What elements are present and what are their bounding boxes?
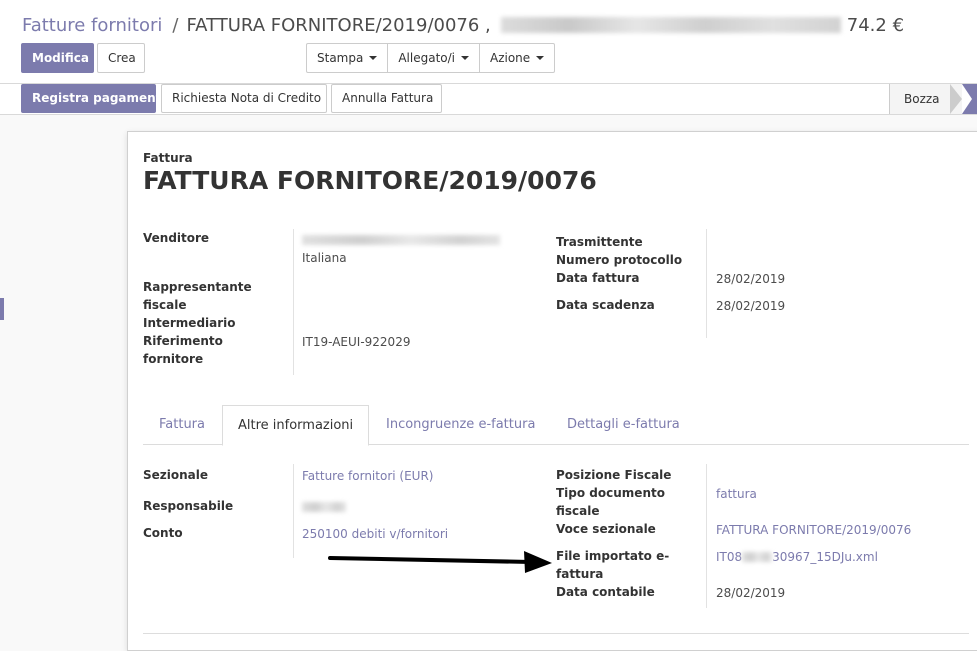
fiscal-rep-label: Rappresentante [143, 280, 252, 294]
imported-file-label-line2: fattura [556, 567, 604, 581]
control-panel: Fatture fornitori / FATTURA FORNITORE/2019… [0, 0, 977, 84]
imported-file-link[interactable]: IT08 30967_15DJu.xml [716, 548, 878, 566]
field-separator [293, 464, 294, 558]
redacted-partner-name [500, 17, 841, 33]
invoice-date-label: Data fattura [556, 271, 640, 285]
register-payment-button[interactable]: Registra pagamenti [21, 84, 166, 113]
protocol-number-label: Numero protocollo [556, 253, 683, 267]
accounting-date-label: Data contabile [556, 585, 655, 599]
redacted-vendor-name[interactable] [302, 235, 500, 245]
vendor-label: Venditore [143, 231, 210, 245]
vendor-ref-label: Riferimento [143, 334, 223, 348]
fiscal-rep-label-line2: fiscale [143, 298, 187, 312]
vendor-ref-value: IT19-AEUI-922029 [302, 335, 411, 349]
due-date-label: Data scadenza [556, 298, 655, 312]
fiscal-position-label: Posizione Fiscale [556, 468, 672, 482]
accounting-date-value: 28/02/2019 [716, 586, 786, 600]
intermediary-label: Intermediario [143, 316, 236, 330]
journal-link[interactable]: Fatture fornitori (EUR) [302, 467, 433, 485]
caret-down-icon [461, 56, 469, 60]
field-separator [706, 464, 707, 608]
status-bar: Registra pagamenti Richiesta Nota di Cre… [0, 84, 977, 115]
breadcrumb-separator: / [172, 15, 179, 36]
imported-file-prefix: IT08 [716, 550, 743, 564]
tab-invoice[interactable]: Fattura [144, 405, 220, 445]
breadcrumb-amount: 74.2 € [846, 15, 905, 36]
edit-button[interactable]: Modifica [21, 43, 94, 73]
status-chevron-icon [962, 84, 972, 114]
journal-entry-label: Voce sezionale [556, 522, 656, 536]
account-label: Conto [143, 526, 183, 540]
fiscal-doc-type-label-line2: fiscale [556, 504, 600, 518]
responsible-label: Responsabile [143, 499, 234, 513]
redacted-responsible[interactable] [302, 502, 346, 512]
vendor-country: Italiana [302, 251, 347, 265]
annotation-arrow-icon [328, 551, 552, 573]
action-label: Azione [490, 51, 531, 65]
print-dropdown[interactable]: Stampa [307, 44, 387, 72]
page-title: FATTURA FORNITORE/2019/0076 [143, 166, 597, 195]
breadcrumb-current: FATTURA FORNITORE/2019/0076 , [186, 15, 491, 36]
credit-note-button[interactable]: Richiesta Nota di Credito [161, 84, 327, 113]
journal-label: Sezionale [143, 468, 209, 482]
tab-other-info[interactable]: Altre informazioni [222, 405, 370, 446]
invoice-date-value: 28/02/2019 [716, 272, 786, 286]
notebook-tabs: Fattura Altre informazioni Incongruenze … [143, 405, 969, 446]
attachment-dropdown[interactable]: Allegato/i [387, 44, 479, 72]
fiscal-doc-type-label: Tipo documento [556, 486, 665, 500]
cancel-invoice-button[interactable]: Annulla Fattura [331, 84, 442, 113]
imported-file-label: File importato e- [556, 549, 670, 563]
action-button-group: Stampa Allegato/i Azione [306, 43, 556, 73]
attachment-label: Allegato/i [398, 51, 455, 65]
create-button[interactable]: Crea [97, 43, 145, 73]
due-date-value: 28/02/2019 [716, 299, 786, 313]
sheet-divider [143, 633, 969, 634]
breadcrumb: Fatture fornitori / FATTURA FORNITORE/2019… [22, 14, 904, 38]
imported-file-suffix: 30967_15DJu.xml [772, 550, 878, 564]
caret-down-icon [536, 56, 545, 60]
breadcrumb-parent-link[interactable]: Fatture fornitori [22, 15, 162, 36]
tab-einvoice-inconsistencies[interactable]: Incongruenze e-fattura [371, 405, 550, 445]
status-arrow-icon [950, 84, 962, 114]
field-separator [706, 229, 707, 338]
fiscal-doc-type-link[interactable]: fattura [716, 485, 757, 503]
redacted-file-id [742, 552, 773, 562]
print-label: Stampa [317, 51, 364, 65]
transmitter-label: Trasmittente [556, 235, 643, 249]
journal-entry-link[interactable]: FATTURA FORNITORE/2019/0076 [716, 521, 911, 539]
caret-down-icon [369, 56, 378, 60]
vendor-ref-label-line2: fornitore [143, 352, 204, 366]
action-dropdown[interactable]: Azione [479, 44, 554, 72]
field-separator [293, 229, 294, 375]
left-edge-marker [0, 298, 4, 320]
tab-einvoice-details[interactable]: Dettagli e-fattura [552, 405, 695, 445]
